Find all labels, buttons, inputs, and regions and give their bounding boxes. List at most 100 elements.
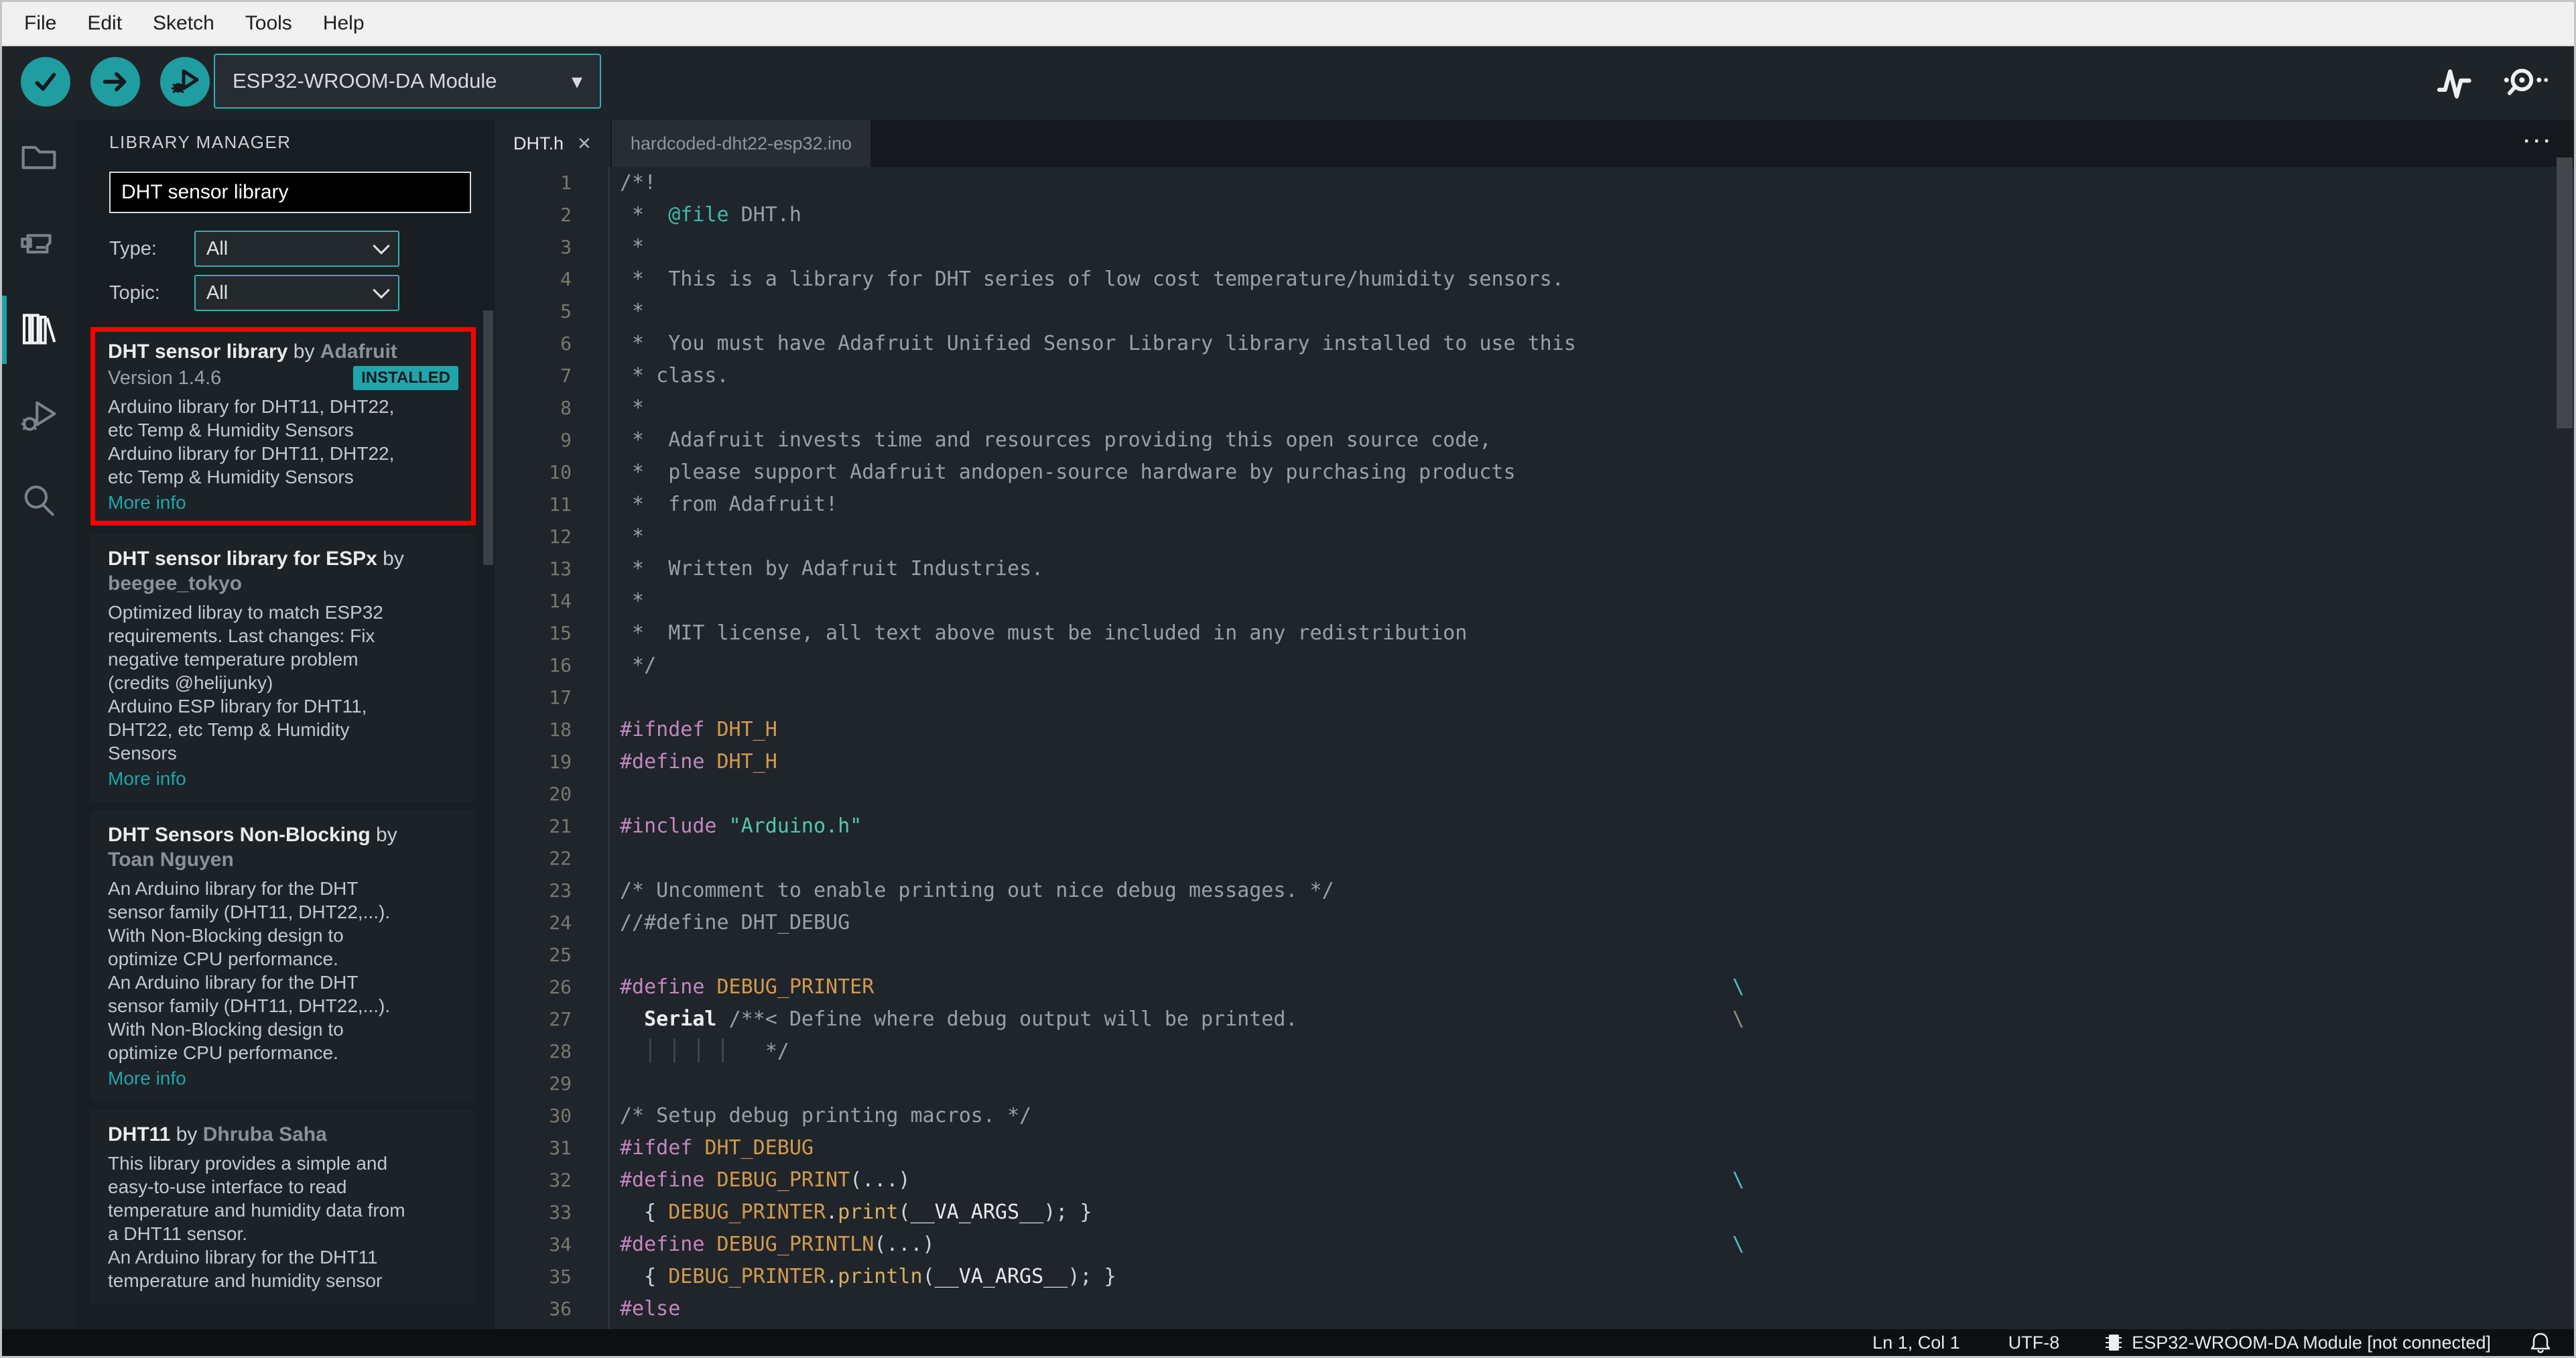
encoding[interactable]: UTF-8 (2008, 1333, 2060, 1353)
code-line-text: * (608, 521, 2574, 553)
code-token: */ (728, 1040, 789, 1063)
library-author: beegee_tokyo (108, 572, 243, 595)
sidebar-item-boards-manager[interactable] (2, 207, 76, 282)
code-line-text: //#define DHT_DEBUG (608, 907, 2574, 939)
library-name: DHT sensor library for ESPx (108, 548, 377, 570)
code-line-text: * please support Adafruit andopen-source… (608, 456, 2574, 489)
code-token: DEBUG_PRINTLN (716, 1233, 875, 1256)
sidebar-item-sketchbook[interactable] (2, 120, 76, 195)
line-number: 32 (549, 1169, 572, 1191)
description-line: temperature and humidity sensor (108, 1270, 383, 1291)
sidebar-item-search[interactable] (2, 463, 76, 538)
code-area[interactable]: 1/*! 2 * @file DHT.h 3 * 4 * This is a libr… (495, 167, 2574, 1329)
code-token: #define (620, 975, 717, 999)
code-token: * class. (620, 364, 729, 387)
line-number: 30 (549, 1105, 572, 1127)
serial-plotter-button[interactable] (2433, 61, 2480, 105)
menu-edit[interactable]: Edit (72, 2, 137, 45)
library-list-item[interactable]: DHT sensor library by Adafruit Version 1.… (90, 327, 476, 526)
description-line: An Arduino library for the DHT11 (108, 1247, 378, 1268)
more-info-link[interactable]: More info (108, 768, 186, 790)
code-line-text: * (608, 585, 2574, 617)
check-icon (30, 66, 61, 97)
status-bar: Ln 1, Col 1 UTF-8 ESP32-WROOM-DA Module … (2, 1329, 2574, 1356)
library-list-item[interactable]: DHT sensor library for ESPx by beegee_to… (90, 534, 476, 802)
chevron-down-icon (373, 237, 390, 255)
code-token: DEBUG_PRINTER (668, 1200, 826, 1224)
cursor-position[interactable]: Ln 1, Col 1 (1872, 1333, 1960, 1353)
board-icon (17, 223, 61, 267)
more-info-link[interactable]: More info (108, 492, 186, 513)
library-list-item[interactable]: DHT Sensors Non-Blocking by Toan Nguyen A… (90, 810, 476, 1101)
code-line: 25 (495, 939, 2574, 971)
more-info-link[interactable]: More info (108, 1068, 186, 1089)
library-list-item[interactable]: DHT11 by Dhruba Saha This library provide… (90, 1110, 476, 1304)
notifications-bell-button[interactable] (2530, 1331, 2551, 1354)
code-line: 36 #else (495, 1293, 2574, 1325)
books-icon (17, 307, 61, 351)
upload-button[interactable] (90, 57, 140, 107)
code-token: DHT_DEBUG (704, 1136, 814, 1160)
code-line: 2 * @file DHT.h (495, 199, 2574, 231)
code-token: __VA_ARGS__ (934, 1265, 1068, 1288)
board-status-text: ESP32-WROOM-DA Module [not connected] (2132, 1332, 2491, 1353)
line-number: 4 (560, 268, 572, 290)
line-number: 24 (549, 912, 572, 934)
code-token: DHT_H (716, 750, 777, 774)
line-number: 10 (549, 461, 572, 483)
board-selector[interactable]: ESP32-WROOM-DA Module ▾ (214, 54, 601, 109)
line-number: 14 (549, 590, 572, 612)
close-icon[interactable]: ✕ (577, 133, 592, 154)
line-number: 27 (549, 1008, 572, 1030)
code-line-text: /*! (608, 167, 2574, 199)
code-line-text: #ifdef DHT_DEBUG (608, 1132, 2574, 1164)
type-filter-select[interactable]: All (194, 231, 399, 267)
code-token: /* Setup debug printing macros. */ (620, 1104, 1032, 1127)
code-line-text: #define DHT_H (608, 746, 2574, 778)
library-name: DHT Sensors Non-Blocking (108, 824, 371, 846)
code-line: 28 │ │ │ │ */ (495, 1036, 2574, 1068)
code-line-text: { DEBUG_PRINTER.print(__VA_ARGS__); } (608, 1196, 2574, 1229)
code-line-text: * (608, 296, 2574, 328)
tab-dht.h[interactable]: DHT.h ✕ (495, 120, 610, 167)
code-token: ); } (1068, 1265, 1116, 1288)
code-line: 26 #define DEBUG_PRINTER \ (495, 971, 2574, 1003)
library-version: Version 1.4.6 (108, 367, 222, 389)
menu-file[interactable]: File (9, 2, 72, 45)
library-search-input[interactable] (109, 172, 471, 213)
description-line: With Non-Blocking design to (108, 925, 344, 946)
topic-filter-select[interactable]: All (194, 275, 399, 311)
tab-label: hardcoded-dht22-esp32.ino (630, 133, 852, 153)
line-number: 20 (549, 783, 572, 805)
debug-button[interactable] (160, 57, 210, 107)
sidebar-item-library-manager[interactable] (2, 292, 76, 367)
code-line-text: */ (608, 650, 2574, 682)
sidebar-item-debug[interactable] (2, 378, 76, 453)
line-continuation-backslash: \ (1732, 975, 1745, 999)
description-line: sensor family (DHT11, DHT22,...). (108, 902, 391, 922)
more-actions-button[interactable]: ··· (2524, 120, 2554, 163)
code-token: (...) (850, 1168, 911, 1192)
menu-tools[interactable]: Tools (230, 2, 308, 45)
description-line: (credits @helijunky) (108, 672, 273, 693)
menu-help[interactable]: Help (308, 2, 380, 45)
line-number: 19 (549, 751, 572, 773)
verify-button[interactable] (21, 57, 70, 107)
code-line-text: /* Setup debug printing macros. */ (608, 1100, 2574, 1132)
code-token: //#define DHT_DEBUG (620, 911, 850, 934)
board-status[interactable]: ESP32-WROOM-DA Module [not connected] (2104, 1333, 2491, 1353)
serial-monitor-button[interactable] (2502, 61, 2549, 105)
code-line: 33 { DEBUG_PRINTER.print(__VA_ARGS__); } (495, 1196, 2574, 1229)
line-number: 33 (549, 1201, 572, 1223)
tab-hardcoded-dht22-esp32.ino[interactable]: hardcoded-dht22-esp32.ino (611, 120, 871, 167)
code-line: 15 * MIT license, all text above must be… (495, 617, 2574, 650)
library-description: Arduino library for DHT11, DHT22, etc Tem… (108, 395, 458, 489)
code-token: │ │ │ │ (644, 1040, 729, 1063)
editor-scrollbar[interactable] (2557, 158, 2573, 428)
menu-sketch[interactable]: Sketch (137, 2, 230, 45)
tab-label: DHT.h (513, 133, 564, 153)
sidebar-scrollbar[interactable] (483, 310, 493, 565)
code-line-text (608, 778, 2574, 810)
code-line: 12 * (495, 521, 2574, 553)
